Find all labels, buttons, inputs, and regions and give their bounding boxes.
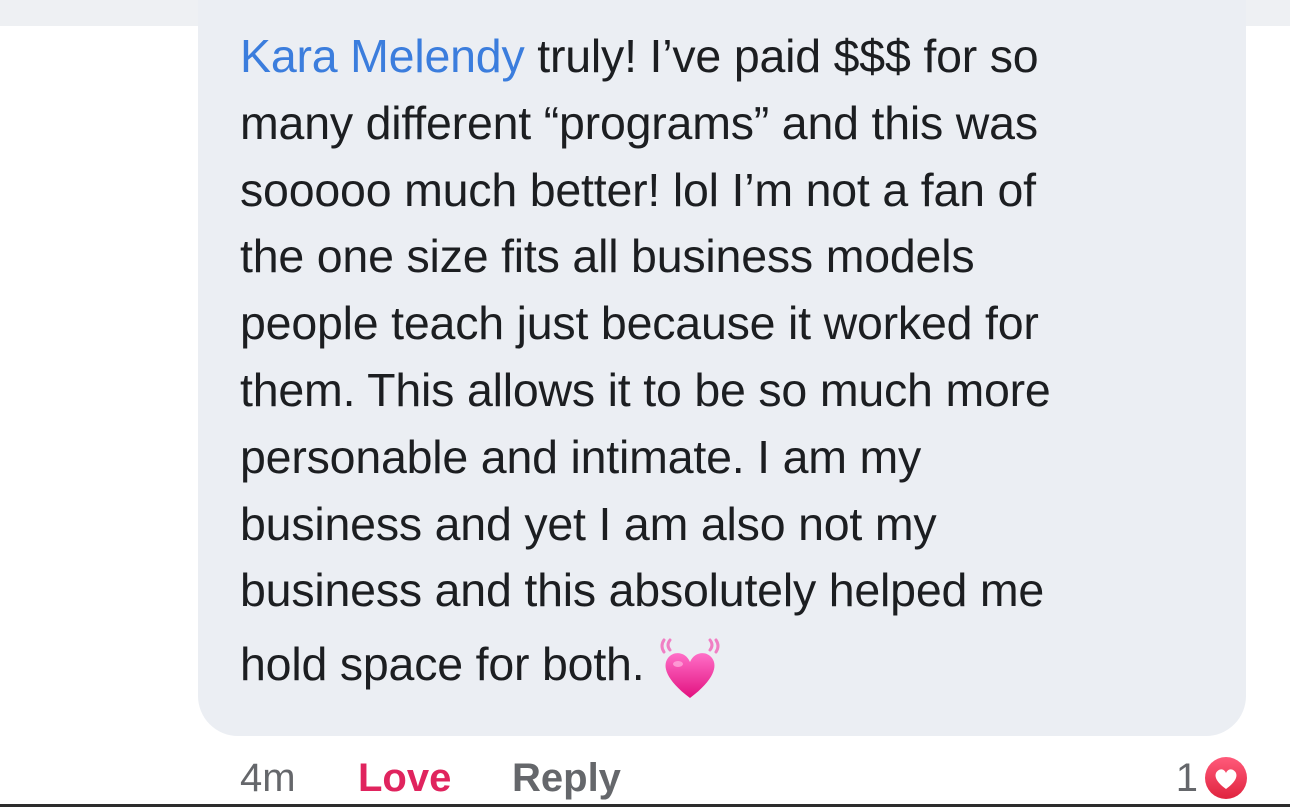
comment-text-line: business and yet I am also not my [240,497,937,550]
comment-text-line: sooooo much better! lol I’m not a fan of [240,163,1036,216]
comment-text-line: personable and intimate. I am my [240,430,922,483]
comment-last-line: hold space for both. [240,624,1225,704]
comment-text-line: them. This allows it to be so much more [240,363,1051,416]
reaction-summary[interactable]: 1 [1176,752,1250,804]
love-reaction-icon [1202,754,1250,802]
reply-button[interactable]: Reply [512,752,621,804]
love-button[interactable]: Love [358,752,451,804]
comment-text-line: truly! I’ve paid $$$ for so [537,30,1039,82]
comment-text-line: hold space for both. [240,638,645,691]
comment-line-1: Kara Melendy truly! I’ve paid $$$ for so [240,23,1225,90]
comment-timestamp: 4m [240,756,296,800]
comment-actions: 4m Love Reply 1 [240,752,1250,804]
beating-heart-icon [658,636,722,702]
comment-text-line: people teach just because it worked for [240,297,1039,350]
reaction-count: 1 [1175,756,1198,800]
comment-text-line: business and this absolutely helped me [240,564,1045,617]
comment-author-link[interactable]: Kara Melendy [240,30,525,82]
comment-text-line: the one size fits all business models [240,230,975,283]
comment-body: Kara Melendy truly! I’ve paid $$$ for so… [240,23,1225,704]
comment-text-line: many different “programs” and this was [240,96,1038,149]
